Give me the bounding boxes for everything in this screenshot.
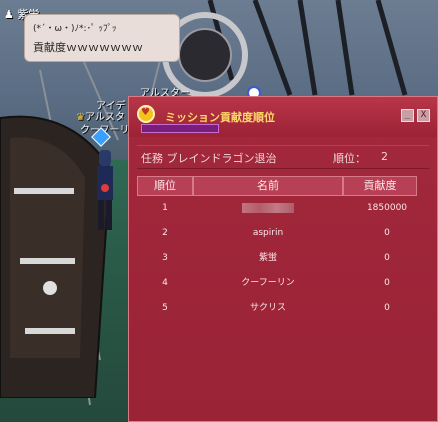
row-rank: 4: [162, 278, 168, 288]
minimize-button[interactable]: _: [401, 109, 414, 122]
window-titlebar[interactable]: ♥ ミッション貢献度順位 _ X: [129, 97, 437, 137]
row-points: 0: [384, 303, 390, 313]
close-button[interactable]: X: [417, 109, 430, 122]
chat-bubble: (*´・ω・)ﾉ*:･ﾟ ｯﾌﾟｯ 貢献度ｗｗｗｗｗｗｗ: [24, 14, 180, 62]
row-name: 紫蛍: [258, 253, 277, 263]
title-progress-bar: [141, 124, 219, 133]
column-header-name[interactable]: 名前: [193, 176, 343, 196]
window-title: ミッション貢献度順位: [165, 111, 275, 124]
chat-line-1: (*´・ω・)ﾉ*:･ﾟ ｯﾌﾟｯ: [33, 24, 117, 34]
row-name: サクリス: [249, 303, 286, 313]
table-row[interactable]: 2 aspirin 0: [137, 221, 431, 245]
column-header-points[interactable]: 貢献度: [343, 176, 417, 196]
mission-ranking-window: ♥ ミッション貢献度順位 _ X 任務 ブレインドラゴン退治 順位： 2 順位 …: [128, 96, 438, 422]
row-name: aspirin: [252, 228, 284, 238]
row-rank: 3: [162, 253, 168, 263]
row-points: 0: [384, 278, 390, 288]
my-rank-value: 2: [381, 150, 388, 163]
mission-name: 任務 ブレインドラゴン退治: [141, 152, 277, 165]
player-character[interactable]: [92, 140, 118, 235]
column-header-rank[interactable]: 順位: [137, 176, 193, 196]
row-name: クーフーリン: [241, 278, 295, 288]
chat-line-2: 貢献度ｗｗｗｗｗｗｗ: [33, 41, 143, 54]
row-rank: 1: [162, 203, 168, 213]
heart-icon: ♥: [137, 105, 155, 123]
person-icon: ♟: [4, 8, 14, 21]
table-row[interactable]: 1 1850000: [137, 196, 431, 220]
table-row[interactable]: 3 紫蛍 0: [137, 246, 431, 270]
mission-info-bar: 任務 ブレインドラゴン退治 順位： 2: [137, 145, 429, 169]
row-points: 0: [384, 228, 390, 238]
row-rank: 2: [162, 228, 168, 238]
table-row[interactable]: 4 クーフーリン 0: [137, 271, 431, 295]
row-rank: 5: [162, 303, 168, 313]
my-rank-label: 順位：: [333, 152, 366, 165]
table-row[interactable]: 5 サクリス 0: [137, 296, 431, 320]
row-points: 0: [384, 253, 390, 263]
redacted-name-blur: [242, 202, 294, 213]
row-points: 1850000: [366, 203, 408, 213]
row-name-redacted: [193, 196, 343, 220]
